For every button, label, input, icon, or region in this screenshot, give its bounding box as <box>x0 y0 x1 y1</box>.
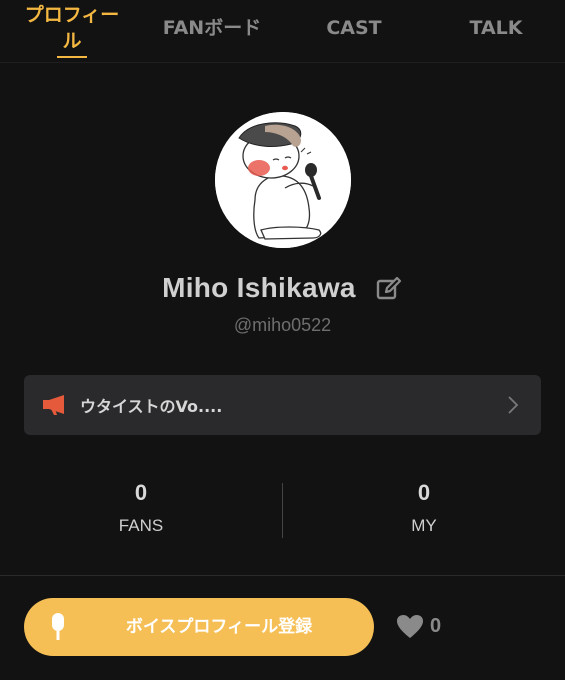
avatar-illustration <box>215 112 351 248</box>
tab-talk-label: TALK <box>469 17 523 39</box>
avatar[interactable] <box>215 112 351 248</box>
tab-divider <box>0 62 565 63</box>
fans-stat[interactable]: 0 FANS <box>0 480 282 536</box>
profile-name-row: Miho Ishikawa <box>0 272 565 312</box>
announcement-text: ウタイストのVo.... <box>80 397 223 416</box>
fans-count: 0 <box>134 480 148 505</box>
my-count: 0 <box>417 480 431 505</box>
like-count: 0 <box>430 615 442 637</box>
profile-name: Miho Ishikawa <box>162 272 356 303</box>
tab-cast[interactable]: CAST <box>306 0 402 62</box>
my-stat[interactable]: 0 MY <box>283 480 565 536</box>
announcement-bar[interactable]: ウタイストのVo.... <box>24 375 541 435</box>
megaphone-icon <box>43 395 64 415</box>
chevron-right-icon <box>508 396 519 414</box>
tab-bar: プロフィー ル FANボード CAST TALK <box>0 0 565 62</box>
tab-profile-label-line1: プロフィー <box>24 4 120 26</box>
my-label: MY <box>411 516 437 535</box>
heart-icon[interactable] <box>396 614 424 640</box>
profile-handle: @miho0522 <box>233 315 332 335</box>
tab-profile[interactable]: プロフィー ル <box>12 2 132 64</box>
tab-fan-board[interactable]: FANボード <box>150 0 274 62</box>
edit-icon[interactable] <box>375 274 403 302</box>
tab-talk[interactable]: TALK <box>448 0 544 62</box>
tab-fan-board-label: FANボード <box>162 17 262 39</box>
bottom-divider <box>0 575 565 576</box>
tab-cast-label: CAST <box>326 17 382 39</box>
voice-profile-register-label: ボイスプロフィール登録 <box>125 617 313 637</box>
voice-profile-register-button[interactable]: ボイスプロフィール登録 <box>24 598 374 656</box>
tab-profile-label-line2: ル <box>62 30 82 52</box>
active-tab-indicator <box>57 56 87 58</box>
fans-label: FANS <box>118 516 164 535</box>
